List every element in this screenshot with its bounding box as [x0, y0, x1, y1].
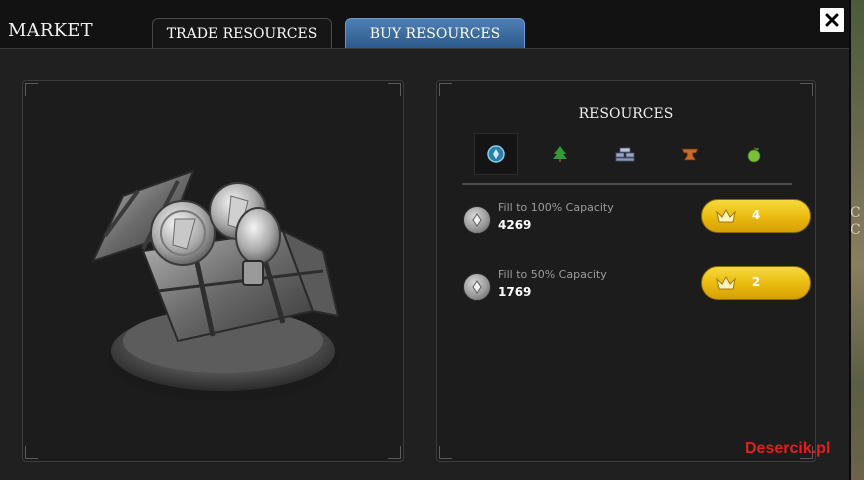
tree-icon: [553, 146, 567, 162]
fill-amount: 1769: [498, 285, 532, 299]
resource-tab-silver[interactable]: [474, 133, 518, 175]
resource-tab-iron[interactable]: [668, 133, 712, 175]
background-map-text: C C: [850, 205, 861, 238]
crown-icon: [716, 208, 736, 223]
close-icon: [825, 13, 839, 27]
silver-icon: [463, 206, 491, 234]
cost-value: 4: [751, 208, 761, 222]
silver-icon: [463, 273, 491, 301]
panel-corner: [388, 83, 401, 96]
title-bar: MARKET TRADE RESOURCES BUY RESOURCES: [0, 0, 849, 49]
fill-option-50: Fill to 50% Capacity 1769 2: [463, 266, 813, 306]
watermark: Desercik.pl: [745, 440, 831, 457]
panel-corner: [25, 446, 38, 459]
tab-trade-resources[interactable]: TRADE RESOURCES: [152, 18, 332, 48]
panel-corner: [439, 446, 452, 459]
panel-corner: [25, 83, 38, 96]
crown-icon: [716, 275, 736, 290]
divider: [462, 183, 792, 185]
cost-value: 2: [751, 275, 761, 289]
resources-panel: RESOURCES Fill to 100% Capacity 4269 4 F…: [436, 80, 816, 462]
buy-fill-100-button[interactable]: 4: [701, 199, 811, 233]
tab-buy-resources[interactable]: BUY RESOURCES: [345, 18, 525, 48]
resource-tab-food[interactable]: [732, 133, 776, 175]
anvil-icon: [681, 148, 699, 161]
window-title: MARKET: [8, 20, 93, 41]
panel-corner: [388, 446, 401, 459]
apple-icon: [747, 146, 761, 163]
fill-label: Fill to 50% Capacity: [498, 268, 607, 281]
fill-amount: 4269: [498, 218, 532, 232]
buy-fill-50-button[interactable]: 2: [701, 266, 811, 300]
stone-bricks-icon: [615, 147, 635, 162]
image-panel: [22, 80, 404, 462]
resource-type-tabs: [474, 133, 774, 175]
market-window: MARKET TRADE RESOURCES BUY RESOURCES RES…: [0, 0, 851, 480]
fill-label: Fill to 100% Capacity: [498, 201, 614, 214]
resource-tab-wood[interactable]: [538, 133, 582, 175]
treasure-chest-image: [91, 169, 340, 401]
panel-corner: [439, 83, 452, 96]
panel-corner: [800, 83, 813, 96]
resource-tab-stone[interactable]: [603, 133, 647, 175]
fill-option-100: Fill to 100% Capacity 4269 4: [463, 199, 813, 239]
close-button[interactable]: [818, 6, 846, 34]
silver-coin-icon: [487, 145, 505, 163]
resources-heading: RESOURCES: [578, 106, 674, 122]
